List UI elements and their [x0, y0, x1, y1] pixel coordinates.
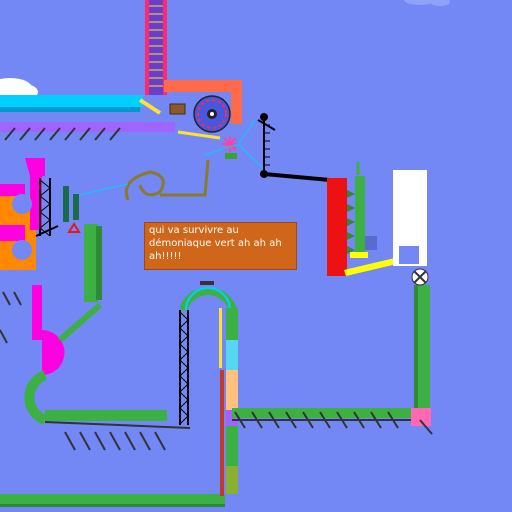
- orange-frame-top: [164, 80, 242, 92]
- green-pillar: [355, 176, 365, 256]
- dark-post: [63, 186, 69, 222]
- star-burst-icon: [222, 136, 238, 152]
- yellow-ledge: [350, 252, 368, 258]
- cyan-ledge-shadow: [0, 107, 140, 112]
- color-column: [219, 308, 238, 496]
- pinwheel-icon: [411, 268, 429, 286]
- cyan-ledge: [0, 95, 143, 107]
- chain-ladder-icon: [145, 0, 167, 95]
- spinning-wheel-icon: [193, 95, 231, 133]
- comment-box: qui va survivre au démoniaque vert ah ah…: [144, 222, 297, 270]
- blue-block: [365, 236, 377, 250]
- wooden-crate: [169, 103, 186, 115]
- white-box: [393, 170, 427, 266]
- dark-post-2: [73, 194, 79, 220]
- comment-text: qui va survivre au démoniaque vert ah ah…: [149, 225, 282, 262]
- green-track-bottom: [0, 494, 225, 504]
- orange-frame-side: [231, 80, 242, 124]
- green-track-bottom-shadow: [0, 504, 225, 507]
